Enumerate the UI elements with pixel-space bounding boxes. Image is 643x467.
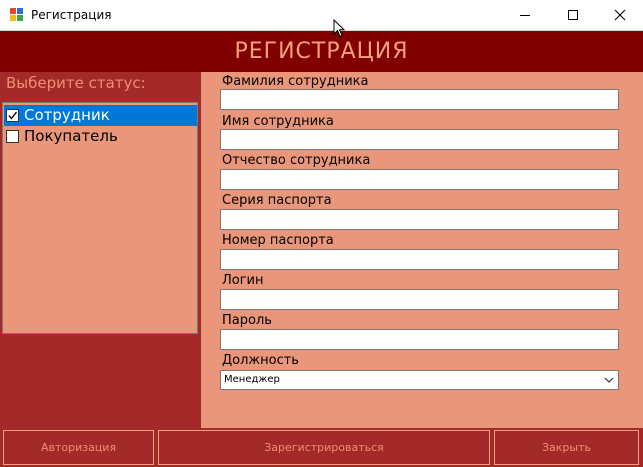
position-select-value: Менеджер [224, 374, 280, 385]
window-title: Регистрация [31, 8, 112, 22]
status-item-employee[interactable]: Сотрудник [4, 105, 197, 126]
status-item-label: Покупатель [24, 127, 118, 145]
surname-input[interactable] [220, 89, 619, 110]
register-button[interactable]: Зарегистрироваться [158, 430, 490, 465]
chevron-down-icon [604, 377, 614, 383]
page-title: РЕГИСТРАЦИЯ [234, 39, 409, 64]
checkmark-icon [8, 111, 18, 120]
close-window-button[interactable] [597, 0, 643, 30]
app-icon [10, 8, 24, 22]
login-input[interactable] [220, 289, 619, 310]
passport-number-label: Номер паспорта [222, 233, 334, 248]
password-label: Пароль [222, 313, 272, 328]
maximize-button[interactable] [550, 0, 596, 30]
patronymic-input[interactable] [220, 169, 619, 190]
title-bar[interactable]: Регистрация [0, 0, 643, 31]
minimize-icon [520, 15, 530, 16]
status-item-customer[interactable]: Покупатель [4, 126, 197, 147]
close-button[interactable]: Закрыть [494, 430, 639, 465]
maximize-icon [568, 10, 578, 20]
auth-button[interactable]: Авторизация [3, 430, 154, 465]
passport-series-label: Серия паспорта [222, 193, 332, 208]
checkbox-unchecked[interactable] [6, 130, 19, 143]
surname-label: Фамилия сотрудника [222, 74, 369, 89]
patronymic-label: Отчество сотрудника [222, 153, 371, 168]
position-label: Должность [222, 353, 299, 368]
status-checklist[interactable]: Сотрудник Покупатель [2, 102, 198, 334]
passport-series-input[interactable] [220, 209, 619, 230]
close-icon [614, 9, 626, 21]
position-select[interactable]: Менеджер [220, 370, 619, 390]
firstname-label: Имя сотрудника [222, 114, 334, 129]
status-item-label: Сотрудник [24, 106, 110, 124]
minimize-button[interactable] [502, 0, 548, 30]
checkbox-checked[interactable] [6, 109, 19, 122]
header-banner: РЕГИСТРАЦИЯ [0, 31, 643, 72]
mouse-cursor-icon [333, 19, 346, 38]
passport-number-input[interactable] [220, 249, 619, 270]
login-label: Логин [222, 273, 264, 288]
password-input[interactable] [220, 329, 619, 350]
firstname-input[interactable] [220, 129, 619, 150]
status-label: Выберите статус: [6, 74, 146, 92]
